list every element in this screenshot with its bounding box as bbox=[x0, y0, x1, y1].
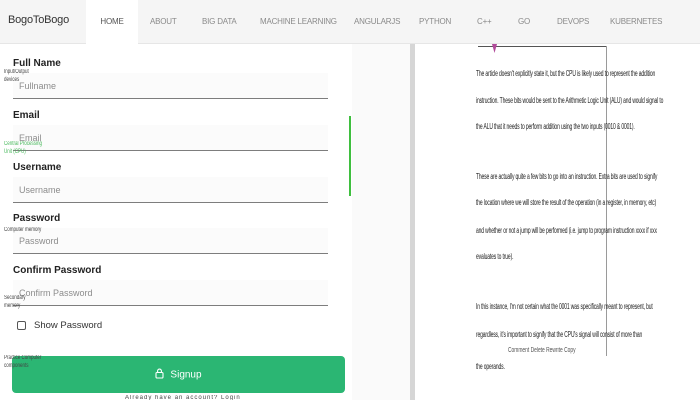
doc-line: The article doesn't explicitly state it,… bbox=[476, 69, 656, 78]
nav-item-big-data[interactable]: BIG DATA bbox=[202, 0, 237, 44]
doc-line: regardless, it's important to signify th… bbox=[476, 330, 643, 339]
diagram-item-cpu[interactable]: Central Processing Unit (CPU) bbox=[4, 140, 43, 156]
doc-line: These are actually quite a few bits to g… bbox=[476, 172, 658, 181]
doc-line: In this instance, I'm not certain what t… bbox=[476, 302, 653, 311]
selection-toolbar[interactable]: Comment Delete Rewrite Copy bbox=[508, 347, 576, 354]
password-label: Password bbox=[13, 213, 61, 224]
diagram-sidebar bbox=[352, 44, 410, 400]
show-password-label[interactable]: Show Password bbox=[34, 320, 102, 331]
username-input[interactable] bbox=[13, 177, 328, 203]
nav-item-machine-learning[interactable]: MACHINE LEARNING bbox=[260, 0, 337, 44]
diagram-item-secondary-memory[interactable]: Secondary memory bbox=[4, 294, 43, 310]
doc-line: the location where we will store the res… bbox=[476, 198, 657, 207]
signup-form: Full Name Email Username Password Confir… bbox=[0, 44, 352, 400]
password-input[interactable] bbox=[13, 228, 328, 254]
nav-item-python[interactable]: PYTHON bbox=[419, 0, 451, 44]
doc-line: and whether or not a jump will be perfor… bbox=[476, 226, 657, 235]
nav-item-cpp[interactable]: C++ bbox=[477, 0, 492, 44]
fullname-input[interactable] bbox=[13, 73, 328, 99]
diagram-item-computer-memory[interactable]: Computer memory bbox=[4, 226, 43, 234]
signup-button[interactable]: Signup bbox=[12, 356, 345, 393]
document-top-rule bbox=[478, 46, 606, 47]
doc-line: instruction. These bits would be sent to… bbox=[476, 96, 664, 105]
nav-item-devops[interactable]: DEVOPS bbox=[557, 0, 589, 44]
doc-line: the ALU that it needs to perform additio… bbox=[476, 122, 635, 131]
nav-item-go[interactable]: GO bbox=[518, 0, 530, 44]
nav-item-kubernetes[interactable]: KUBERNETES bbox=[610, 0, 662, 44]
diagram-item-io-devices[interactable]: Input/Output devices bbox=[4, 68, 43, 84]
nav-item-about[interactable]: ABOUT bbox=[150, 0, 177, 44]
nav-item-angularjs[interactable]: ANGULARJS bbox=[354, 0, 400, 44]
top-navbar: BogoToBogo HOME ABOUT BIG DATA MACHINE L… bbox=[0, 0, 700, 44]
nav-item-home[interactable]: HOME bbox=[86, 0, 138, 44]
confirm-password-input[interactable] bbox=[13, 280, 328, 306]
email-input[interactable] bbox=[13, 125, 328, 151]
confirm-password-label: Confirm Password bbox=[13, 265, 102, 276]
signup-button-label: Signup bbox=[170, 369, 202, 380]
show-password-checkbox[interactable] bbox=[17, 321, 26, 330]
doc-line: the operands. bbox=[476, 362, 505, 371]
username-label: Username bbox=[13, 162, 62, 173]
site-logo[interactable]: BogoToBogo bbox=[8, 14, 69, 26]
email-label: Email bbox=[13, 110, 40, 121]
diagram-item-practice[interactable]: Practice Computer components bbox=[4, 354, 43, 370]
doc-line: evaluates to true). bbox=[476, 252, 514, 261]
lock-icon bbox=[155, 368, 164, 382]
footer-cut-text: Already have an account? Login bbox=[125, 395, 241, 400]
active-item-indicator bbox=[349, 116, 351, 196]
